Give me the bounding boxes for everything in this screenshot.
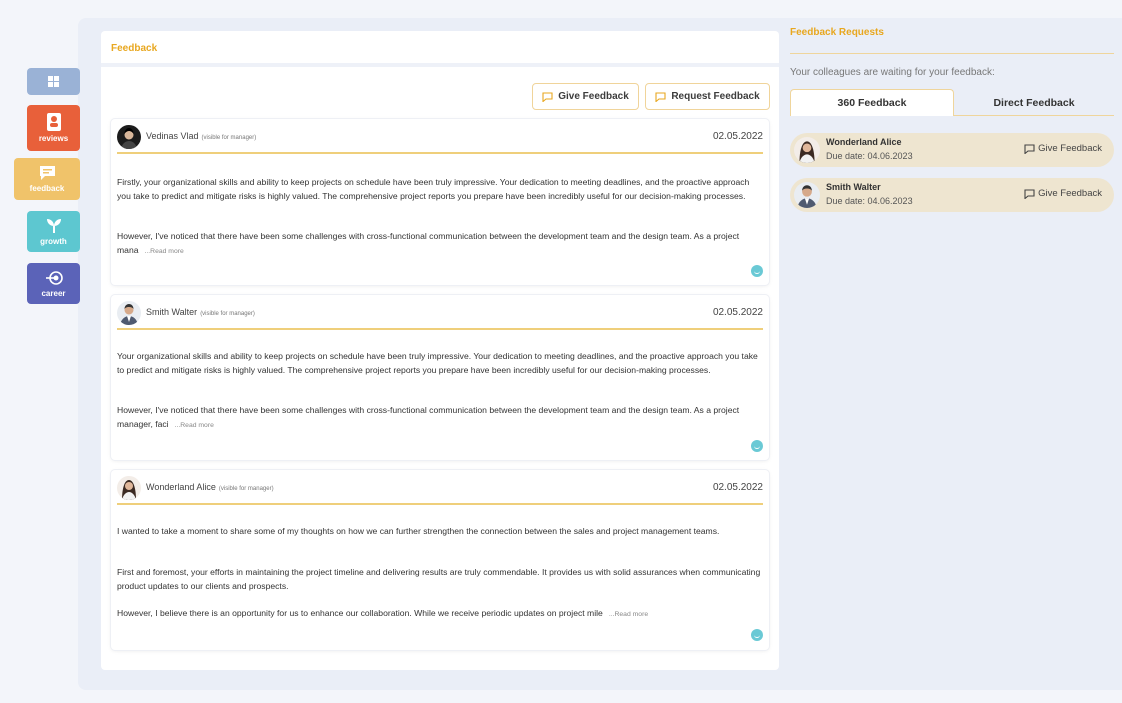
feedback-card: Wonderland Alice (visible for manager) 02… (111, 470, 769, 650)
chat-icon (1024, 188, 1035, 199)
avatar (117, 476, 141, 500)
feedback-card: Smith Walter (visible for manager) 02.05.… (111, 295, 769, 460)
read-more-link[interactable]: ...Read more (145, 248, 184, 255)
request-due-date: Due date: 04.06.2023 (826, 196, 913, 206)
read-more-link[interactable]: ...Read more (609, 611, 648, 618)
card-author: Smith Walter (visible for manager) (146, 307, 255, 317)
feedback-panel: Feedback Give Feedback Request Feedback … (101, 31, 779, 670)
career-icon (45, 270, 63, 285)
avatar (794, 137, 820, 163)
request-item: Wonderland Alice Due date: 04.06.2023 Gi… (790, 133, 1114, 167)
nav-growth[interactable]: growth (27, 211, 80, 252)
request-name: Wonderland Alice (826, 137, 902, 147)
give-feedback-label: Give Feedback (558, 91, 629, 102)
request-due-date: Due date: 04.06.2023 (826, 151, 913, 161)
nav-reviews-label: reviews (38, 134, 69, 143)
give-feedback-button[interactable]: Give Feedback (532, 83, 639, 110)
smiley-icon[interactable] (751, 629, 763, 641)
give-feedback-label: Give Feedback (1038, 143, 1102, 154)
page-title: Feedback (101, 31, 779, 67)
tab-direct-feedback[interactable]: Direct Feedback (954, 89, 1114, 116)
card-paragraph: However, I believe there is an opportuni… (117, 608, 649, 618)
card-paragraph: Your organizational skills and ability t… (117, 351, 758, 375)
avatar (117, 301, 141, 325)
request-tabs: 360 Feedback Direct Feedback (790, 89, 1114, 116)
card-author: Wonderland Alice (visible for manager) (146, 482, 274, 492)
card-date: 02.05.2022 (712, 131, 763, 142)
dashboard-icon (48, 76, 59, 87)
feedback-requests-panel: Feedback Requests Your colleagues are wa… (790, 27, 1114, 212)
reviews-icon (46, 113, 61, 131)
read-more-link[interactable]: ...Read more (175, 422, 214, 429)
request-feedback-button[interactable]: Request Feedback (645, 83, 770, 110)
smiley-icon[interactable] (751, 440, 763, 452)
request-give-feedback-button[interactable]: Give Feedback (1024, 188, 1102, 199)
avatar (117, 125, 141, 149)
card-divider (117, 503, 763, 505)
card-author: Vedinas Vlad (visible for manager) (146, 131, 257, 141)
card-date: 02.05.2022 (712, 307, 763, 318)
requests-title: Feedback Requests (790, 27, 884, 38)
nav-growth-label: growth (40, 236, 67, 246)
requests-divider (790, 53, 1114, 54)
request-give-feedback-button[interactable]: Give Feedback (1024, 143, 1102, 154)
avatar (794, 182, 820, 208)
chat-icon (542, 91, 553, 102)
nav-feedback-label: feedback (29, 184, 65, 193)
nav-career[interactable]: career (27, 263, 80, 304)
card-paragraph: However, I've noticed that there have be… (117, 405, 740, 429)
request-item: Smith Walter Due date: 04.06.2023 Give F… (790, 178, 1114, 212)
card-paragraph: Firstly, your organizational skills and … (117, 177, 750, 201)
card-paragraph: However, I've noticed that there have be… (117, 231, 740, 255)
give-feedback-label: Give Feedback (1038, 188, 1102, 199)
feedback-icon (39, 166, 55, 180)
requests-subtitle: Your colleagues are waiting for your fee… (790, 67, 995, 78)
feedback-card: Vedinas Vlad (visible for manager) 02.05.… (111, 119, 769, 285)
request-feedback-label: Request Feedback (671, 91, 760, 102)
tab-360-feedback[interactable]: 360 Feedback (790, 89, 954, 116)
nav-feedback[interactable]: feedback (14, 158, 80, 200)
nav-reviews[interactable]: reviews (27, 105, 80, 151)
chat-icon (655, 91, 666, 102)
card-date: 02.05.2022 (712, 482, 763, 493)
nav-dashboard[interactable] (27, 68, 80, 95)
nav-career-label: career (41, 288, 66, 298)
growth-icon (46, 218, 61, 233)
card-divider (117, 152, 763, 154)
card-paragraph: First and foremost, your efforts in main… (117, 567, 761, 591)
request-name: Smith Walter (826, 182, 881, 192)
smiley-icon[interactable] (751, 265, 763, 277)
chat-icon (1024, 143, 1035, 154)
card-divider (117, 328, 763, 330)
card-paragraph: I wanted to take a moment to share some … (117, 526, 720, 536)
